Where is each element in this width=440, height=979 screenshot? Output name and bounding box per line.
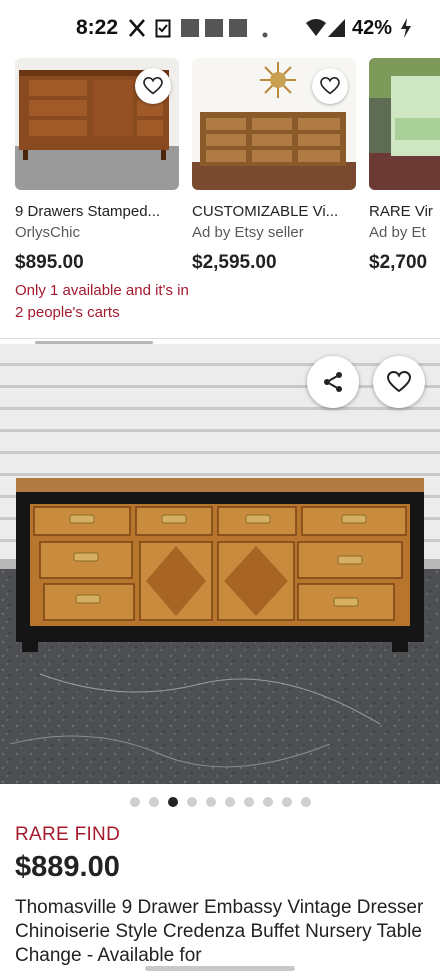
listing-price: $889.00 (15, 851, 120, 883)
favorite-button[interactable] (373, 356, 425, 408)
share-icon (324, 372, 342, 392)
card-price: $895.00 (15, 252, 84, 273)
clipboard-icon (155, 18, 171, 43)
recommendation-card[interactable]: CUSTOMIZABLE Vi... Ad by Etsy seller $2,… (192, 58, 356, 273)
card-image[interactable] (192, 58, 356, 190)
pagination-dot-active[interactable] (167, 797, 178, 807)
heart-icon (320, 77, 340, 95)
recommendation-card[interactable]: 9 Drawers Stamped... OrlysChic $895.00 O… (15, 58, 189, 321)
notification-square-icon (181, 18, 251, 43)
share-button[interactable] (307, 356, 359, 408)
card-title[interactable]: RARE Vir (369, 203, 433, 220)
listing-title: Thomasville 9 Drawer Embassy Vintage Dre… (15, 897, 424, 966)
pagination-dot[interactable] (148, 797, 159, 807)
status-time: 8:22 (76, 16, 119, 39)
pagination-dot[interactable] (300, 797, 311, 807)
card-shop: Ad by Et (369, 224, 426, 241)
pagination-dot[interactable] (224, 797, 235, 807)
pagination-dot[interactable] (129, 797, 140, 807)
battery-level: 42% (352, 17, 393, 39)
dot-icon (262, 25, 268, 43)
card-price: $2,700 (369, 252, 428, 273)
favorite-button[interactable] (135, 68, 171, 104)
card-price: $2,595.00 (192, 252, 277, 273)
status-bar: 8:22 42% (0, 0, 440, 58)
card-image[interactable] (15, 58, 179, 190)
listing-image[interactable] (0, 344, 440, 784)
x-app-icon (128, 18, 146, 43)
pagination-dot[interactable] (243, 797, 254, 807)
signal-icon (327, 18, 347, 43)
wifi-icon (305, 18, 327, 43)
card-image[interactable] (369, 58, 440, 190)
home-indicator[interactable] (145, 966, 295, 971)
pagination-dot[interactable] (205, 797, 216, 807)
card-title[interactable]: CUSTOMIZABLE Vi... (192, 203, 338, 220)
dresser-photo (0, 344, 440, 784)
pagination-dot[interactable] (281, 797, 292, 807)
card-shop: OrlysChic (15, 224, 81, 241)
card-availability-note: Only 1 available and it's in 2 people's … (15, 282, 189, 321)
pagination-dot[interactable] (262, 797, 273, 807)
recommendation-carousel[interactable]: 9 Drawers Stamped... OrlysChic $895.00 O… (0, 58, 440, 328)
pagination-dot[interactable] (186, 797, 197, 807)
charging-icon (400, 18, 412, 43)
heart-icon (143, 77, 163, 95)
heart-icon (387, 371, 411, 393)
card-shop: Ad by Etsy seller (192, 224, 304, 241)
recommendation-card[interactable]: RARE Vir Ad by Et $2,700 (369, 58, 440, 273)
card-title[interactable]: 9 Drawers Stamped... (15, 203, 160, 220)
favorite-button[interactable] (312, 68, 348, 104)
rare-find-badge: RARE FIND (15, 824, 121, 845)
section-divider (0, 338, 440, 339)
image-pagination[interactable] (0, 797, 440, 809)
